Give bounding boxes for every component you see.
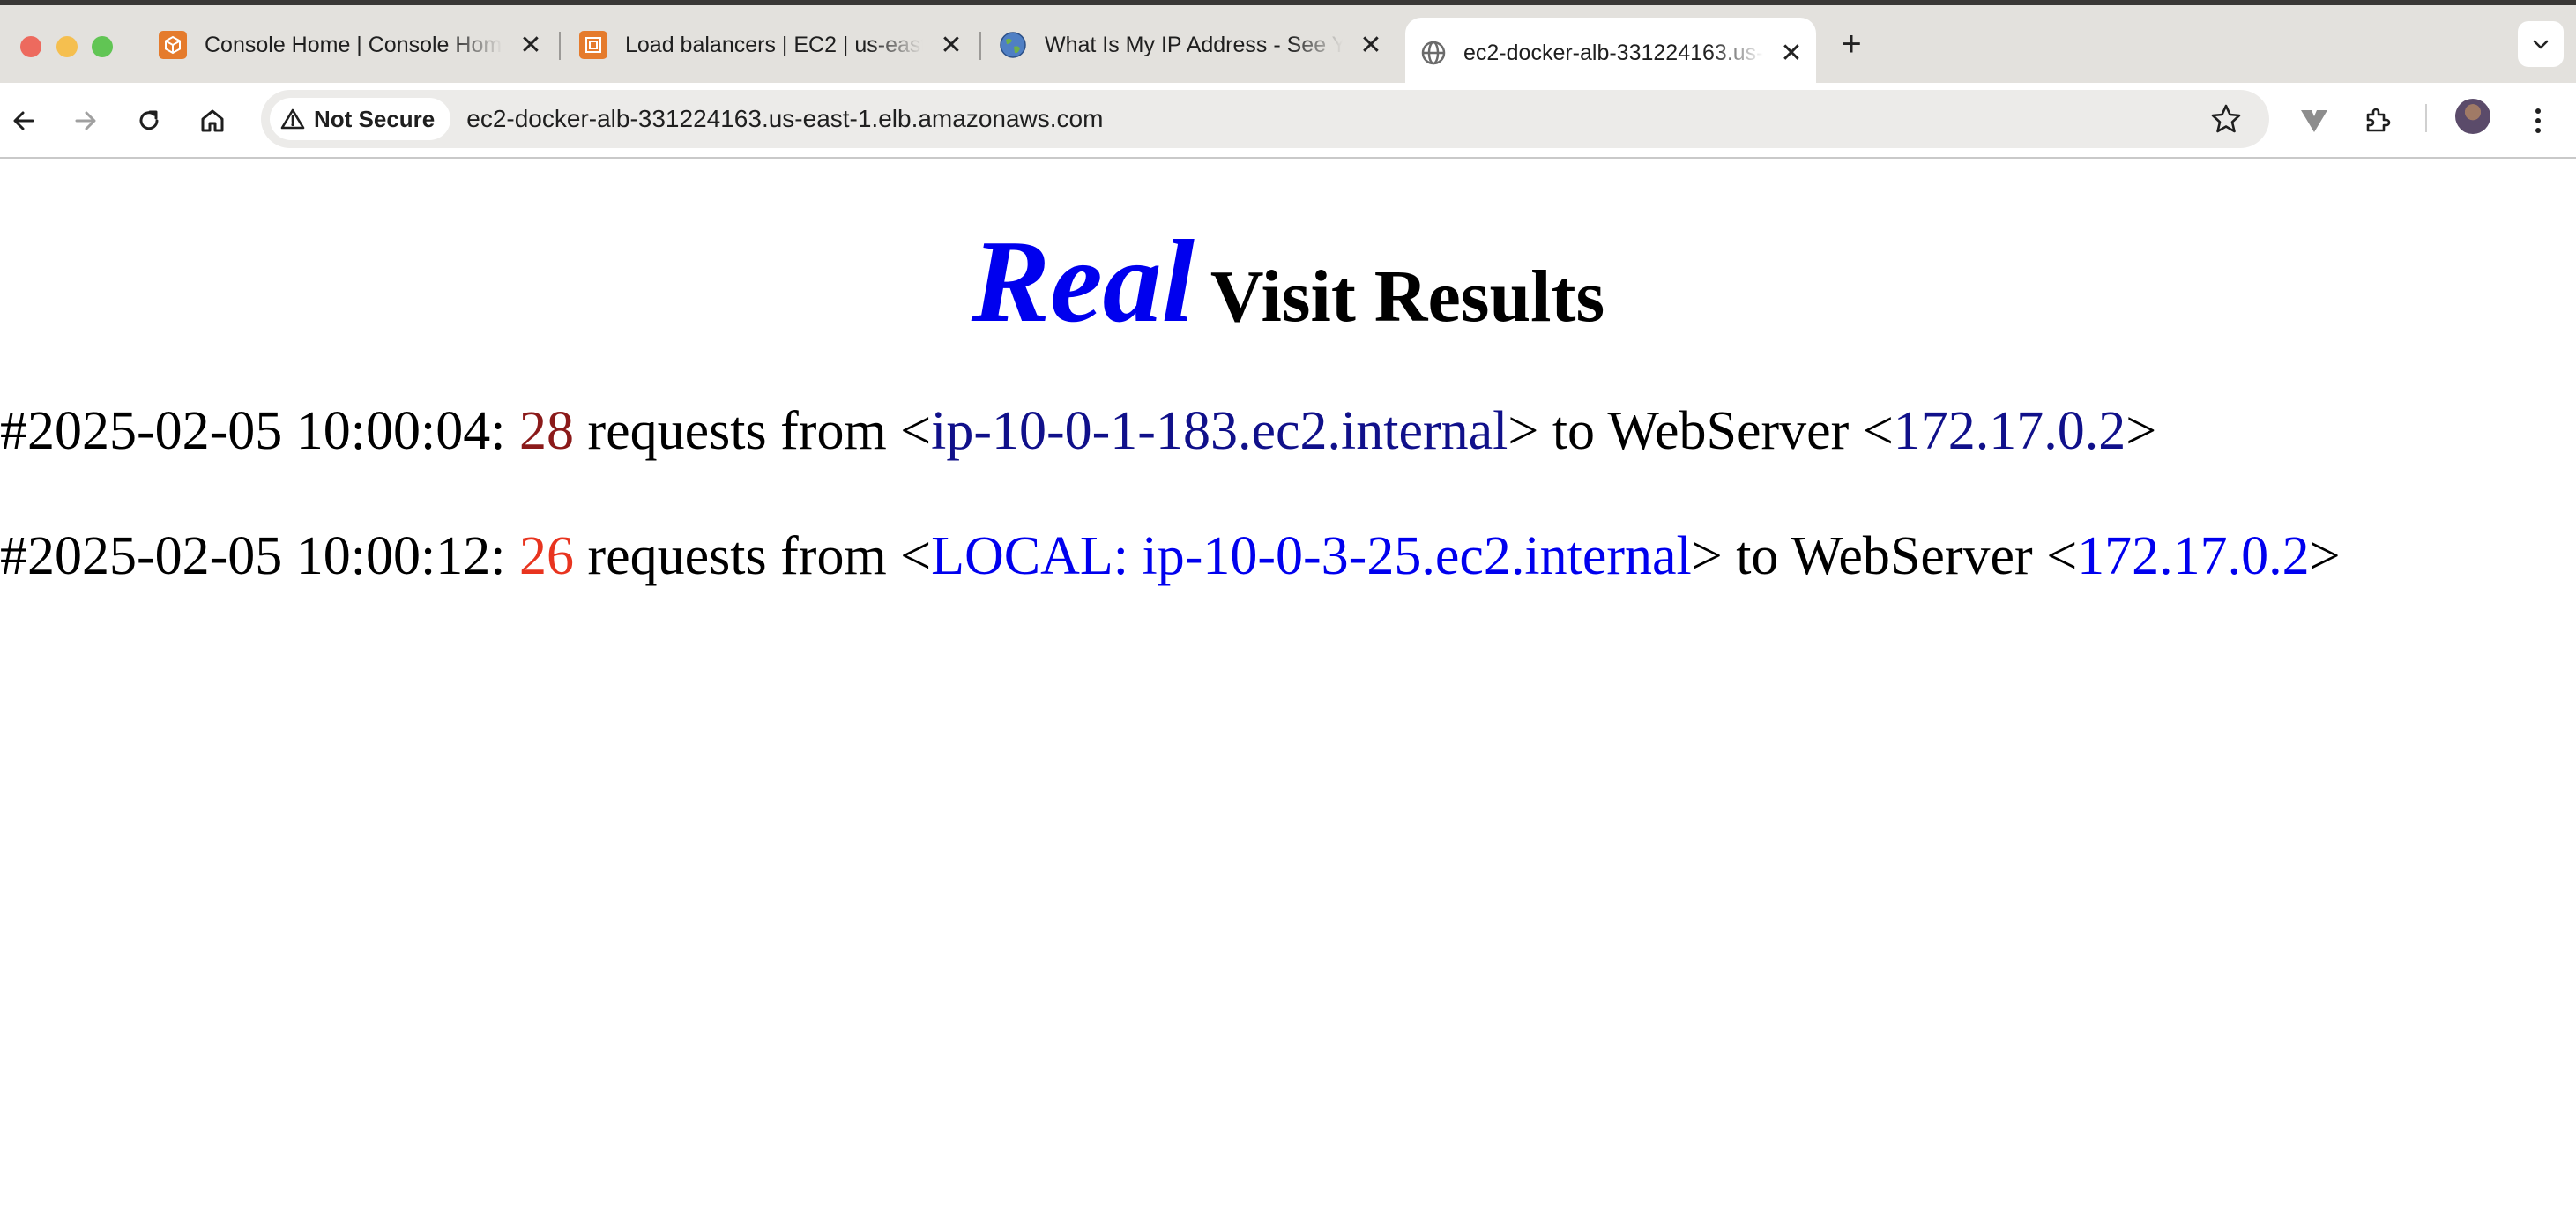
server-ip-link[interactable]: 172.17.0.2 [2077,526,2310,586]
source-host-link[interactable]: ip-10-0-1-183.ec2.internal [931,401,1508,461]
home-button[interactable] [194,102,231,139]
tab-title: Console Home | Console Home [205,32,503,57]
forward-button[interactable] [67,102,104,139]
aws-console-icon [159,31,187,59]
bookmark-star-icon[interactable] [2209,102,2243,136]
tab-divider [979,32,981,60]
tab-title: Load balancers | EC2 | us-east-1 [625,32,923,57]
reload-icon [139,110,159,130]
server-ip-link[interactable]: 172.17.0.2 [1894,401,2126,461]
request-count: 26 [518,526,574,586]
arrow-left-icon [13,111,34,130]
minimize-window-button[interactable] [56,36,78,57]
page-content: Real Visit Results #2025-02-05 10:00:04: … [0,160,2576,1227]
entry-text: > to WebServer < [1691,526,2078,586]
warning-icon [280,108,305,130]
browser-menu-button[interactable] [2520,102,2557,139]
url-text[interactable]: ec2-docker-alb-331224163.us-east-1.elb.a… [466,105,1103,133]
arrow-right-icon [75,111,96,130]
tab-load-balancers[interactable]: Load balancers | EC2 | us-east-1 ✕ [579,18,967,72]
home-icon [201,109,224,132]
new-tab-button[interactable]: + [1834,26,1869,63]
tab-search-button[interactable] [2518,21,2564,67]
profile-avatar[interactable] [2455,99,2490,134]
heading-emphasis: Real [971,216,1195,346]
tab-divider [559,32,561,60]
visit-entry: #2025-02-05 10:00:12: 26 requests from <… [0,525,2341,588]
page-heading: Real Visit Results [0,213,2576,349]
security-label: Not Secure [314,105,436,132]
entry-text: > [2126,401,2157,461]
entry-text: requests from < [573,401,932,461]
tab-title: What Is My IP Address - See Your Public … [1045,32,1343,57]
close-tab-icon[interactable]: ✕ [1355,29,1387,61]
entry-text: requests from < [573,526,932,586]
globe-icon [1419,39,1448,67]
entry-text: > to WebServer < [1508,401,1894,461]
browser-toolbar: Not Secure ec2-docker-alb-331224163.us-e… [0,83,2576,159]
tab-title: ec2-docker-alb-331224163.us-east-1 [1463,40,1763,65]
tab-console-home[interactable]: Console Home | Console Home ✕ [159,18,547,72]
extension-vuetify-icon[interactable] [2296,102,2333,139]
globe-icon [999,31,1027,59]
close-window-button[interactable] [20,36,41,57]
address-bar[interactable]: Not Secure ec2-docker-alb-331224163.us-e… [261,90,2269,148]
close-tab-icon[interactable]: ✕ [1776,37,1807,69]
reload-button[interactable] [130,102,168,139]
more-vertical-icon [2535,108,2541,133]
entry-timestamp: #2025-02-05 10:00:04: [0,401,519,461]
heading-rest: Visit Results [1210,256,1605,338]
request-count: 28 [518,401,574,461]
toolbar-divider [2425,104,2427,132]
close-tab-icon[interactable]: ✕ [935,29,967,61]
close-tab-icon[interactable]: ✕ [515,29,547,61]
back-button[interactable] [5,102,42,139]
tab-strip: Console Home | Console Home ✕ Load balan… [0,0,2576,88]
maximize-window-button[interactable] [92,36,113,57]
visit-entry: #2025-02-05 10:00:04: 28 requests from <… [0,400,2156,463]
chevron-down-icon [2533,40,2549,49]
tab-ec2-docker-alb[interactable]: ec2-docker-alb-331224163.us-east-1 ✕ [1405,18,1816,88]
site-info-button[interactable]: Not Secure [270,98,451,140]
source-host-link[interactable]: LOCAL: ip-10-0-3-25.ec2.internal [931,526,1692,586]
entry-text: > [2309,526,2341,586]
entry-timestamp: #2025-02-05 10:00:12: [0,526,519,586]
tab-what-is-my-ip[interactable]: What Is My IP Address - See Your Public … [999,18,1387,72]
extensions-puzzle-icon[interactable] [2359,102,2396,139]
aws-ec2-icon [579,31,607,59]
